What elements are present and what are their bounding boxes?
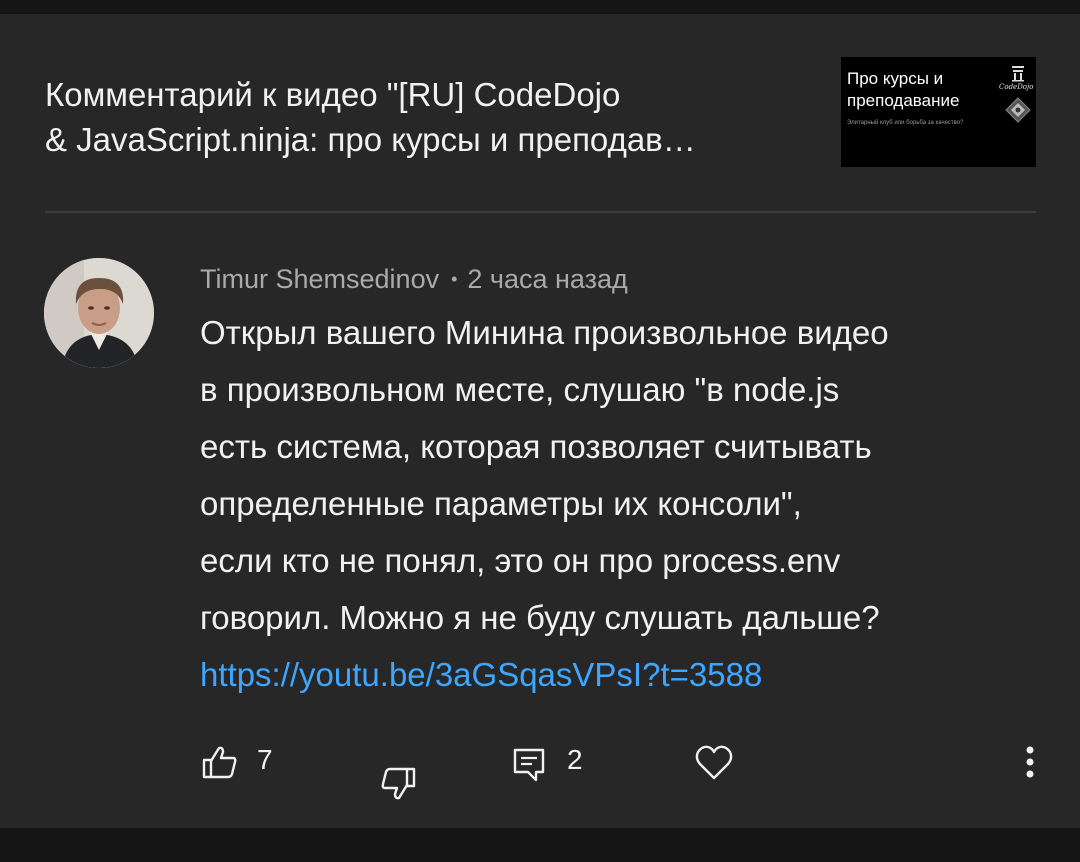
video-thumbnail[interactable]: Про курсы и преподавание Элитарный клуб … xyxy=(841,57,1036,167)
reply-count: 2 xyxy=(567,744,583,775)
comment-time: 2 часа назад xyxy=(467,264,628,294)
comment-icon[interactable] xyxy=(512,747,548,783)
comment-link[interactable]: https://youtu.be/3aGSqasVPsI?t=3588 xyxy=(200,656,762,693)
comment-meta: Timur Shemsedinov • 2 часа назад xyxy=(200,263,628,295)
thumbnail-logo-text: CodeDojo xyxy=(999,83,1034,91)
comment-card: Комментарий к видео "[RU] CodeDojo & Jav… xyxy=(0,14,1080,828)
thumb-down-icon[interactable] xyxy=(379,766,417,802)
heart-icon[interactable] xyxy=(694,744,734,782)
meta-separator: • xyxy=(451,269,458,289)
like-count: 7 xyxy=(257,744,273,775)
thumbnail-title: Про курсы и преподавание xyxy=(847,69,960,110)
thumb-up-icon[interactable] xyxy=(201,744,239,780)
bottom-bar xyxy=(0,828,1080,862)
codedojo-logo-icon xyxy=(1005,66,1031,123)
author-name[interactable]: Timur Shemsedinov xyxy=(200,264,439,294)
thumbnail-subtitle: Элитарный клуб или борьба за качество? xyxy=(847,120,964,126)
video-title[interactable]: Комментарий к видео "[RU] CodeDojo & Jav… xyxy=(45,72,815,162)
comment-body: Открыл вашего Минина произвольное видео … xyxy=(200,304,1060,703)
avatar-photo xyxy=(44,258,154,368)
more-vert-icon[interactable] xyxy=(1020,744,1040,784)
comment-text: Открыл вашего Минина произвольное видео … xyxy=(200,314,889,636)
avatar[interactable] xyxy=(44,258,154,368)
divider xyxy=(45,211,1036,213)
